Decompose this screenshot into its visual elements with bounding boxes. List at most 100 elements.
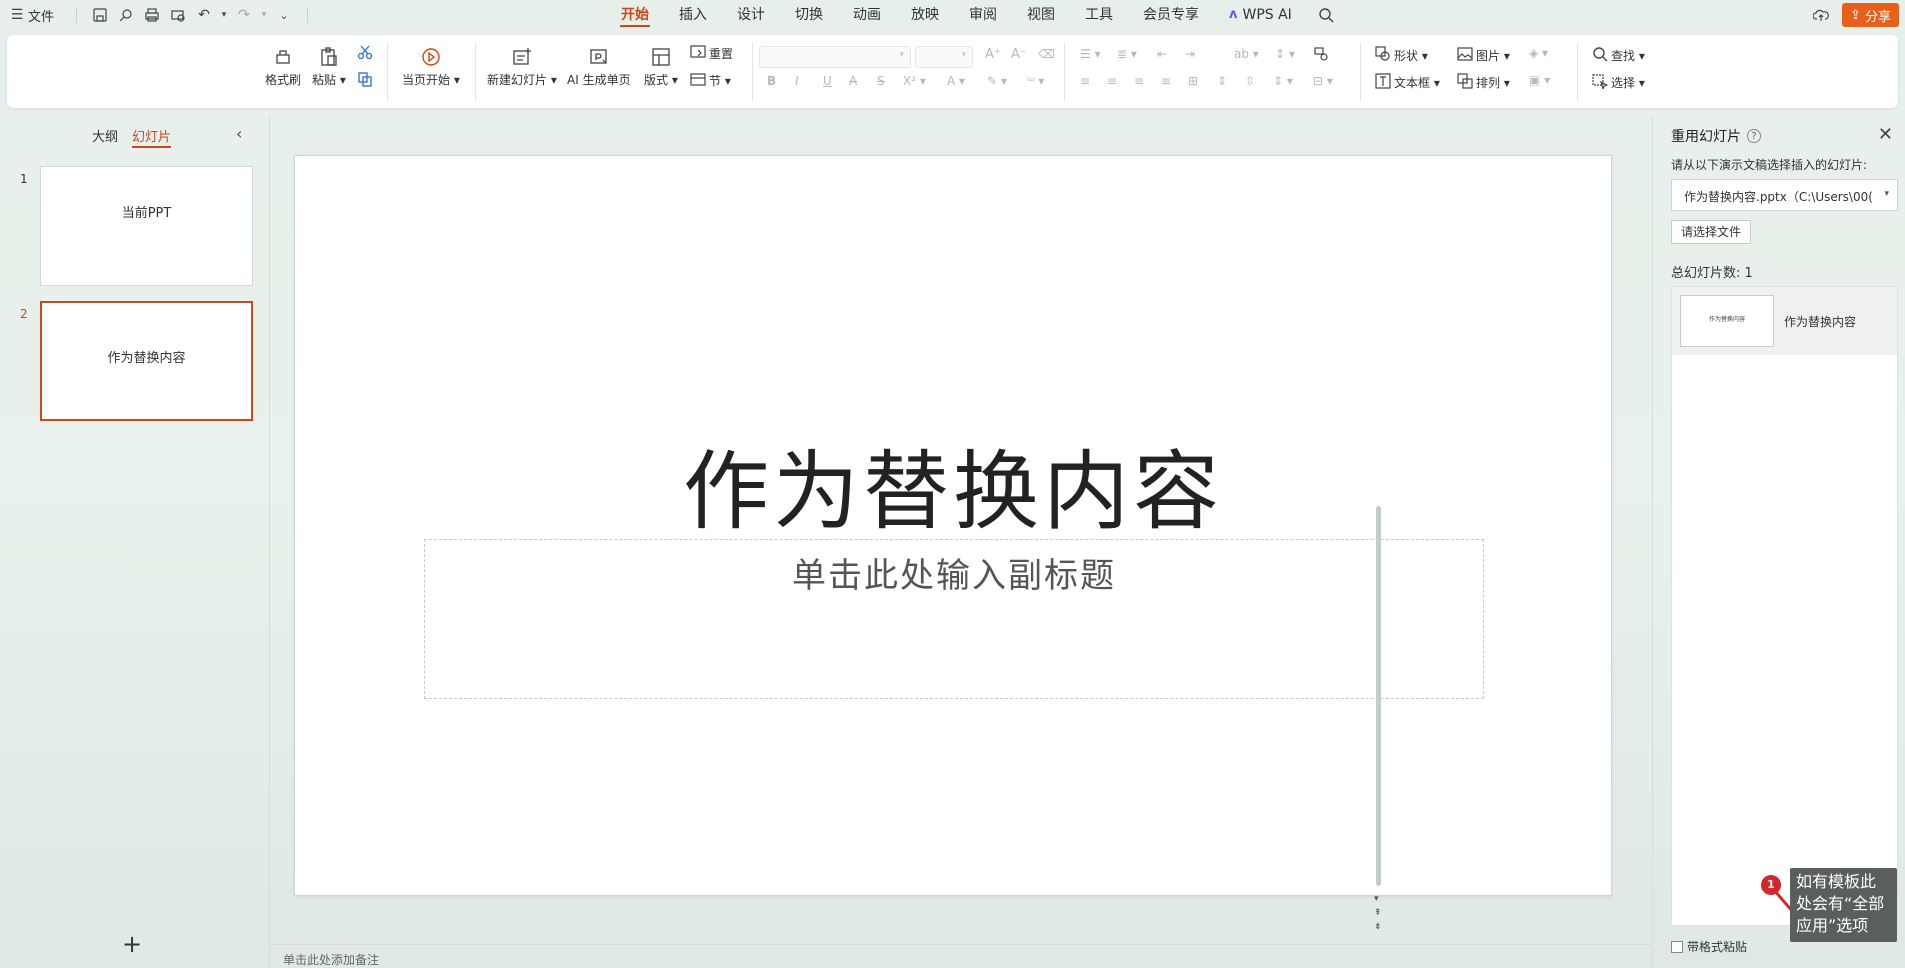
text-direction-icon[interactable]: ab ▾ bbox=[1234, 47, 1259, 61]
notes-bar[interactable]: 单击此处添加备注 bbox=[270, 944, 1652, 968]
print-icon[interactable] bbox=[141, 4, 163, 26]
divider bbox=[1360, 43, 1361, 101]
tab-member[interactable]: 会员专享 bbox=[1128, 0, 1214, 30]
tab-slides[interactable]: 幻灯片 bbox=[132, 126, 172, 148]
font-shrink-icon[interactable]: A⁻ bbox=[1011, 47, 1027, 62]
font-color-icon[interactable]: A ▾ bbox=[947, 74, 965, 88]
source-file-select[interactable]: 作为替换内容.pptx（C:\Users\00( ▾ bbox=[1671, 179, 1898, 211]
distribute-icon[interactable]: ⊞ bbox=[1188, 74, 1198, 88]
align-center-icon[interactable]: ≡ bbox=[1107, 74, 1117, 88]
play-from-current-button[interactable]: 当页开始 ▾ bbox=[402, 43, 460, 88]
play-icon bbox=[417, 43, 445, 71]
find-button[interactable]: 查找 ▾ bbox=[1592, 46, 1645, 65]
copy-icon[interactable] bbox=[357, 71, 373, 87]
subtitle-placeholder[interactable]: 单击此处输入副标题 bbox=[424, 539, 1484, 699]
underline-icon[interactable]: U bbox=[823, 74, 832, 88]
slide-thumbnail-selected[interactable]: 作为替换内容 bbox=[40, 301, 253, 421]
cloud-upload-icon[interactable] bbox=[1810, 4, 1832, 26]
shape-button[interactable]: 形状 ▾ bbox=[1375, 46, 1428, 65]
paste-button[interactable]: 粘贴 ▾ bbox=[312, 43, 346, 88]
text-shadow-icon[interactable]: S bbox=[877, 74, 885, 88]
layout-button[interactable]: 版式 ▾ bbox=[644, 43, 678, 88]
format-painter-button[interactable]: 格式刷 bbox=[265, 43, 301, 88]
sort-icon[interactable]: ↕ ▾ bbox=[1275, 47, 1295, 61]
decrease-indent-icon[interactable]: ⇤ bbox=[1157, 47, 1167, 61]
bullet-list-icon[interactable]: ☰ ▾ bbox=[1080, 47, 1101, 61]
tab-wps-ai[interactable]: ᴧ WPS AI bbox=[1214, 0, 1307, 30]
fill-icon[interactable]: ◈ ▾ bbox=[1529, 46, 1548, 60]
find-label: 查找 ▾ bbox=[1611, 49, 1645, 63]
section-button[interactable]: 节 ▾ bbox=[690, 71, 731, 90]
outline-icon[interactable]: ▣ ▾ bbox=[1529, 73, 1550, 87]
textbox-button[interactable]: 文本框 ▾ bbox=[1375, 73, 1440, 92]
clear-format-icon[interactable]: ⌫ bbox=[1038, 47, 1055, 61]
help-icon[interactable]: ? bbox=[1747, 129, 1761, 143]
font-family-select[interactable]: ▾ bbox=[759, 46, 911, 68]
phonetic-icon[interactable]: ᵚ ▾ bbox=[1027, 74, 1044, 88]
strikethrough-icon[interactable]: A bbox=[849, 74, 857, 88]
tab-home[interactable]: 开始 bbox=[606, 0, 664, 30]
vertical-scrollbar[interactable]: ▾ ⇞ ⇟ bbox=[1372, 116, 1386, 936]
tab-outline[interactable]: 大纲 bbox=[92, 126, 118, 148]
tab-review[interactable]: 审阅 bbox=[954, 0, 1012, 30]
picture-button[interactable]: 图片 ▾ bbox=[1457, 46, 1510, 65]
layout-icon bbox=[647, 43, 675, 71]
italic-icon[interactable]: I bbox=[795, 74, 799, 88]
share-button[interactable]: ⇪ 分享 bbox=[1842, 3, 1899, 27]
slide-title[interactable]: 作为替换内容 bbox=[295, 421, 1611, 546]
print-preview-icon[interactable] bbox=[167, 4, 189, 26]
ai-single-page-button[interactable]: AI 生成单页 bbox=[567, 43, 631, 88]
line-spacing-icon[interactable]: ⇕ bbox=[1217, 74, 1227, 88]
convert-to-smartart-icon[interactable] bbox=[1313, 46, 1329, 62]
numbered-list-icon[interactable]: ≣ ▾ bbox=[1117, 47, 1137, 61]
justify-icon[interactable]: ≡ bbox=[1161, 74, 1171, 88]
font-size-select[interactable]: ▾ bbox=[915, 46, 973, 68]
collapse-panel-icon[interactable]: ‹ bbox=[236, 124, 242, 143]
share-label: 分享 bbox=[1864, 9, 1891, 25]
increase-indent-icon[interactable]: ⇥ bbox=[1185, 47, 1195, 61]
redo-icon[interactable]: ↷ bbox=[233, 4, 255, 26]
keep-format-checkbox[interactable]: 带格式粘贴 bbox=[1671, 938, 1747, 955]
export-icon[interactable] bbox=[115, 4, 137, 26]
select-button[interactable]: 选择 ▾ bbox=[1592, 73, 1645, 92]
search-icon[interactable] bbox=[1315, 4, 1337, 26]
file-menu-button[interactable]: ☰ 文件 bbox=[10, 4, 54, 26]
next-slide-icon[interactable]: ⇟ bbox=[1374, 922, 1382, 932]
cut-icon[interactable] bbox=[357, 44, 373, 60]
font-grow-icon[interactable]: A⁺ bbox=[985, 47, 1001, 62]
align-right-icon[interactable]: ≡ bbox=[1134, 74, 1144, 88]
list-item[interactable]: 作为替换内容 作为替换内容 bbox=[1672, 287, 1897, 355]
arrange-button[interactable]: 排列 ▾ bbox=[1457, 73, 1510, 92]
reset-button[interactable]: 重置 bbox=[690, 44, 733, 63]
ai-page-icon bbox=[585, 43, 613, 71]
undo-icon[interactable]: ↶ bbox=[193, 4, 215, 26]
quick-access-more-icon[interactable]: ⌄ bbox=[273, 4, 295, 26]
paragraph-spacing-icon[interactable]: ⇳ bbox=[1245, 74, 1255, 88]
close-icon[interactable]: ✕ bbox=[1878, 124, 1893, 145]
redo-dropdown-icon[interactable]: ▾ bbox=[259, 4, 269, 26]
tab-animations[interactable]: 动画 bbox=[838, 0, 896, 30]
reset-label: 重置 bbox=[709, 47, 734, 61]
column-icon[interactable]: ⇕ ▾ bbox=[1273, 74, 1293, 88]
scroll-down-icon[interactable]: ▾ bbox=[1374, 894, 1379, 904]
browse-file-button[interactable]: 请选择文件 bbox=[1671, 220, 1752, 244]
slide-canvas[interactable]: 作为替换内容 单击此处输入副标题 bbox=[294, 155, 1612, 896]
highlight-icon[interactable]: ✎ ▾ bbox=[987, 74, 1007, 88]
tab-view[interactable]: 视图 bbox=[1012, 0, 1070, 30]
tab-tools[interactable]: 工具 bbox=[1070, 0, 1128, 30]
tab-insert[interactable]: 插入 bbox=[664, 0, 722, 30]
slide-thumbnail[interactable]: 当前PPT bbox=[40, 166, 253, 286]
add-slide-icon[interactable]: + bbox=[122, 930, 142, 958]
tab-design[interactable]: 设计 bbox=[722, 0, 780, 30]
tab-slideshow[interactable]: 放映 bbox=[896, 0, 954, 30]
prev-slide-icon[interactable]: ⇞ bbox=[1374, 908, 1382, 918]
superscript-icon[interactable]: X² ▾ bbox=[903, 74, 926, 88]
align-left-icon[interactable]: ≡ bbox=[1080, 74, 1090, 88]
new-slide-button[interactable]: 新建幻灯片 ▾ bbox=[487, 43, 557, 88]
tab-transitions[interactable]: 切换 bbox=[780, 0, 838, 30]
scrollbar-thumb[interactable] bbox=[1376, 506, 1381, 886]
undo-dropdown-icon[interactable]: ▾ bbox=[219, 4, 229, 26]
save-icon[interactable] bbox=[89, 4, 111, 26]
bold-icon[interactable]: B bbox=[767, 74, 776, 88]
text-box-align-icon[interactable]: ⊟ ▾ bbox=[1313, 74, 1333, 88]
